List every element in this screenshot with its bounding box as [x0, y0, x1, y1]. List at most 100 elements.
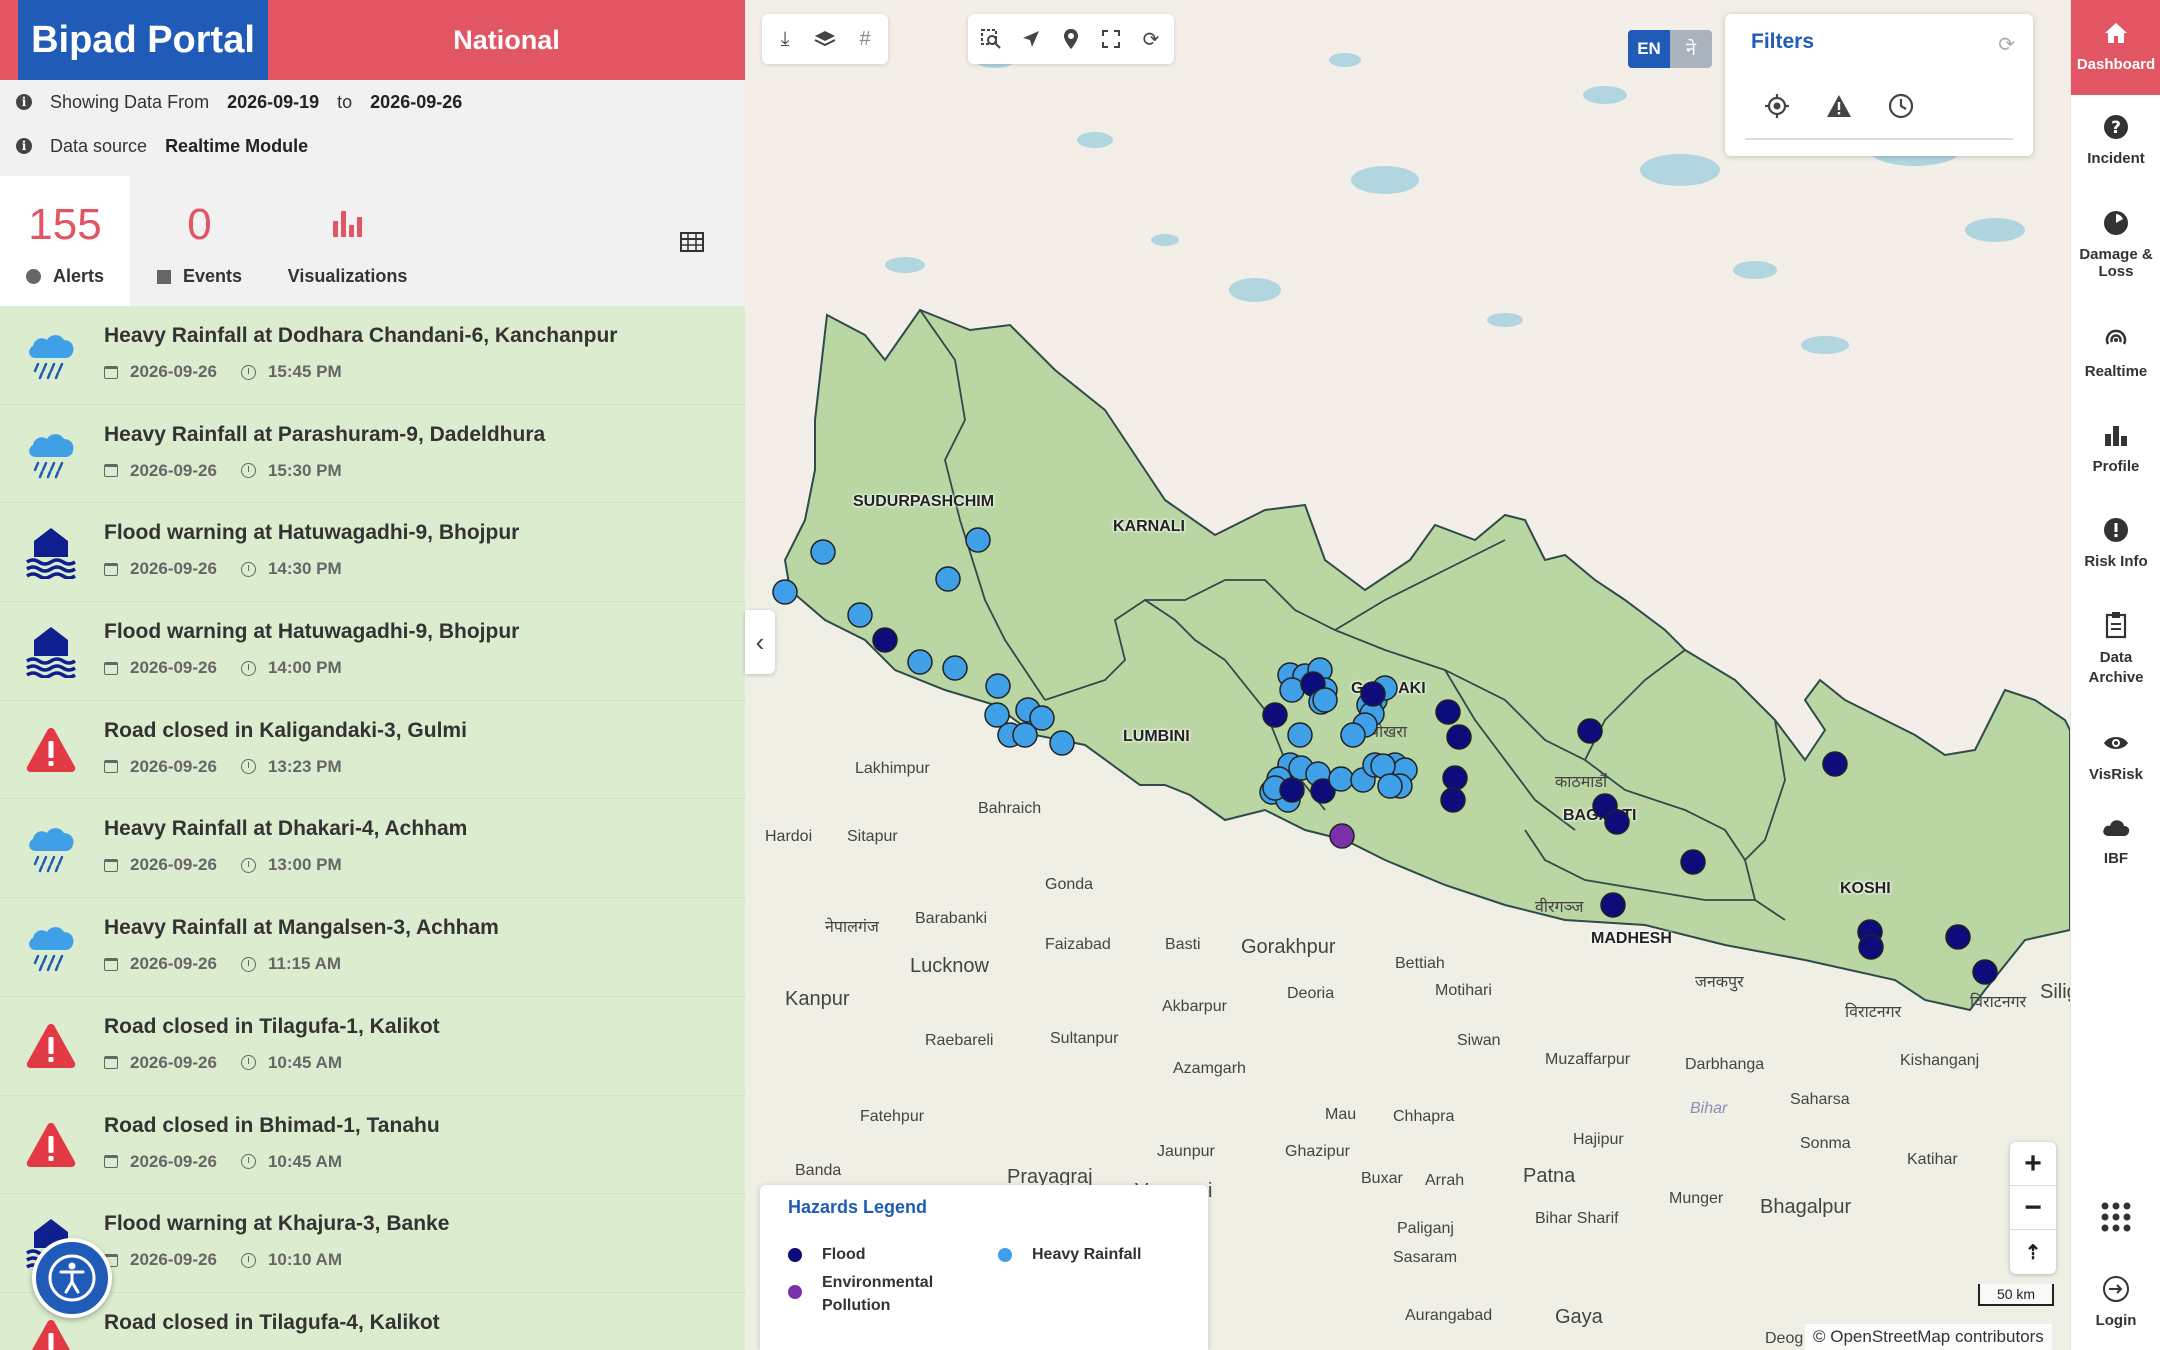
flood-marker[interactable]: [1435, 699, 1461, 725]
reset-filters-icon[interactable]: ⟳: [1998, 32, 2015, 57]
flood-marker[interactable]: [1262, 702, 1288, 728]
calendar-icon: [104, 661, 118, 675]
alert-item[interactable]: Heavy Rainfall at Dodhara Chandani-6, Ka…: [0, 306, 745, 405]
nav-realtime[interactable]: Realtime: [2071, 325, 2160, 380]
alert-meta: 2026-09-26 10:45 AM: [104, 1053, 342, 1073]
nav-risk-info[interactable]: Risk Info: [2071, 515, 2160, 570]
flood-marker[interactable]: [1442, 765, 1468, 791]
flood-marker[interactable]: [1279, 777, 1305, 803]
flood-marker[interactable]: [1858, 934, 1884, 960]
apps-menu-button[interactable]: [2071, 1200, 2160, 1238]
rainfall-marker[interactable]: [985, 673, 1011, 699]
hazard-markers: [772, 527, 1998, 985]
rainfall-marker[interactable]: [772, 579, 798, 605]
flood-marker[interactable]: [1600, 892, 1626, 918]
flood-marker[interactable]: [1604, 809, 1630, 835]
rainfall-marker[interactable]: [1377, 773, 1403, 799]
rainfall-marker[interactable]: [1287, 722, 1313, 748]
locate-arrow-icon[interactable]: [1018, 26, 1044, 52]
zoom-out-button[interactable]: −: [2010, 1186, 2056, 1230]
flood-marker[interactable]: [1360, 681, 1386, 707]
collapse-panel-button[interactable]: ‹: [745, 610, 775, 674]
nav-login[interactable]: Login: [2071, 1274, 2160, 1329]
hazard-warning-icon[interactable]: [1825, 92, 1853, 120]
alert-item[interactable]: Road closed in Bhimad-1, Tanahu 2026-09-2…: [0, 1095, 745, 1195]
rainfall-marker[interactable]: [942, 655, 968, 681]
nav-incident[interactable]: ? Incident: [2071, 112, 2160, 167]
nav-damage-loss[interactable]: Damage & Loss: [2071, 208, 2160, 280]
alert-time: 15:30 PM: [267, 460, 342, 480]
rainfall-marker[interactable]: [810, 539, 836, 565]
clock-icon[interactable]: [1887, 92, 1915, 120]
refresh-icon[interactable]: ⟳: [1138, 26, 1164, 52]
map-canvas[interactable]: SUDURPASHCHIMKARNALILUMBINIGANDAKIBAGMAT…: [745, 0, 2070, 1350]
location-target-icon[interactable]: [1763, 92, 1791, 120]
zoom-area-icon[interactable]: [978, 26, 1004, 52]
rainfall-marker[interactable]: [1328, 766, 1354, 792]
brand-title[interactable]: Bipad Portal: [18, 0, 268, 80]
alert-title: Flood warning at Hatuwagadhi-9, Bhojpur: [104, 620, 520, 644]
fullscreen-icon[interactable]: [1098, 26, 1124, 52]
rainfall-marker[interactable]: [847, 602, 873, 628]
rainfall-marker[interactable]: [1049, 730, 1075, 756]
rainfall-marker[interactable]: [907, 649, 933, 675]
accessibility-button[interactable]: [32, 1238, 112, 1318]
alert-item[interactable]: Flood warning at Hatuwagadhi-9, Bhojpur 2…: [0, 602, 745, 701]
flood-marker[interactable]: [1680, 849, 1706, 875]
clock-icon: [240, 956, 256, 972]
alert-item[interactable]: Heavy Rainfall at Parashuram-9, Dadeldhu…: [0, 404, 745, 504]
alert-item[interactable]: Road closed in Kaligandaki-3, Gulmi 2026-…: [0, 700, 745, 800]
legend-label: Heavy Rainfall: [1032, 1246, 1142, 1263]
region-selector[interactable]: National: [268, 0, 745, 80]
alert-date: 2026-09-26: [130, 1151, 217, 1171]
table-view-icon[interactable]: [680, 232, 704, 252]
flood-marker[interactable]: [1822, 751, 1848, 777]
nav-dashboard[interactable]: Dashboard: [2071, 0, 2160, 95]
flood-marker[interactable]: [872, 627, 898, 653]
rainfall-marker[interactable]: [1340, 722, 1366, 748]
pollution-marker[interactable]: [1329, 823, 1355, 849]
flood-marker[interactable]: [1446, 724, 1472, 750]
nav-profile[interactable]: Profile: [2071, 420, 2160, 475]
rainfall-marker[interactable]: [1029, 705, 1055, 731]
flood-marker[interactable]: [1945, 924, 1971, 950]
tab-events[interactable]: 0 Events: [132, 176, 267, 306]
clock-icon: [240, 759, 256, 775]
alert-meta: 2026-09-26 13:00 PM: [104, 855, 342, 875]
nav-ibf[interactable]: IBF: [2071, 812, 2160, 867]
alert-time: 14:00 PM: [267, 658, 342, 678]
alert-item[interactable]: Road closed in Tilagufa-4, Kalikot: [0, 1292, 745, 1350]
alert-item[interactable]: Heavy Rainfall at Dhakari-4, Achham 2026-…: [0, 799, 745, 899]
grid-icon[interactable]: #: [852, 26, 878, 52]
scale-bar: 50 km: [1978, 1284, 2054, 1306]
tab-visualizations[interactable]: Visualizations: [280, 176, 415, 306]
rainfall-marker[interactable]: [935, 566, 961, 592]
flood-marker[interactable]: [1577, 718, 1603, 744]
compass-north-icon[interactable]: ⇡: [2010, 1230, 2056, 1274]
nav-data-archive[interactable]: Data Archive: [2071, 610, 2160, 688]
alert-item[interactable]: Road closed in Tilagufa-1, Kalikot 2026-0…: [0, 996, 745, 1096]
alert-item[interactable]: Heavy Rainfall at Mangalsen-3, Achham 202…: [0, 898, 745, 997]
rainfall-marker[interactable]: [1312, 687, 1338, 713]
lang-ne-button[interactable]: ने: [1670, 30, 1712, 68]
lang-en-button[interactable]: EN: [1628, 30, 1670, 68]
flood-marker[interactable]: [1972, 959, 1998, 985]
rainfall-marker[interactable]: [965, 527, 991, 553]
map-pin-icon[interactable]: [1058, 26, 1084, 52]
showing-label: Showing Data From: [50, 91, 210, 112]
alert-date: 2026-09-26: [130, 1250, 217, 1270]
alert-time: 15:45 PM: [267, 362, 342, 381]
flood-icon: [24, 624, 78, 679]
flood-marker[interactable]: [1440, 787, 1466, 813]
rainfall-marker[interactable]: [1279, 677, 1305, 703]
right-nav: Dashboard ? Incident Damage & Loss Realt…: [2070, 0, 2160, 1350]
download-icon[interactable]: ⤓: [772, 26, 798, 52]
zoom-in-button[interactable]: +: [2010, 1142, 2056, 1186]
alert-item[interactable]: Flood warning at Hatuwagadhi-9, Bhojpur 2…: [0, 503, 745, 603]
nav-visrisk[interactable]: VisRisk: [2071, 728, 2160, 783]
layers-icon[interactable]: [812, 26, 838, 52]
alert-time: 14:30 PM: [267, 559, 342, 579]
map-attribution[interactable]: © OpenStreetMap contributors: [1805, 1324, 2052, 1350]
data-source-row: i Data source Realtime Module: [16, 131, 308, 161]
tab-alerts[interactable]: 155 Alerts: [0, 176, 130, 306]
